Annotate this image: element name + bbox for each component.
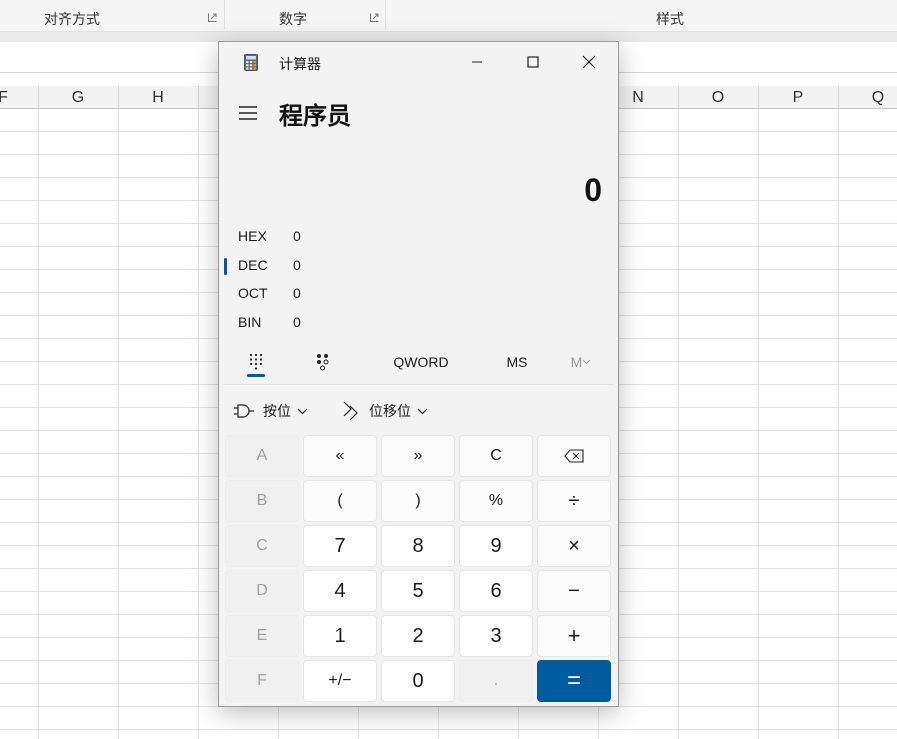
key-3[interactable]: 3 bbox=[459, 615, 533, 657]
column-header-h[interactable]: H bbox=[118, 86, 199, 108]
maximize-button[interactable] bbox=[510, 42, 556, 82]
key-decimal[interactable]: . bbox=[459, 660, 533, 702]
key-close-paren[interactable]: ) bbox=[381, 480, 455, 522]
minimize-icon bbox=[472, 61, 482, 63]
key-hex-c[interactable]: C bbox=[225, 525, 299, 567]
key-modulo[interactable]: % bbox=[459, 480, 533, 522]
calculator-app-icon bbox=[244, 54, 258, 71]
window-title: 计算器 bbox=[279, 56, 321, 72]
key-divide[interactable]: ÷ bbox=[537, 480, 611, 522]
navigation-menu-button[interactable] bbox=[237, 102, 261, 126]
radix-label: OCT bbox=[238, 285, 268, 301]
chevron-down-icon bbox=[417, 408, 428, 414]
keypad-grid-icon bbox=[249, 353, 263, 370]
radix-value: 0 bbox=[293, 228, 301, 244]
key-multiply[interactable]: × bbox=[537, 525, 611, 567]
bitshift-dropdown[interactable]: 位移位 bbox=[343, 394, 428, 428]
title-bar[interactable]: 计算器 bbox=[219, 42, 618, 82]
key-rotate-left[interactable]: « bbox=[303, 435, 377, 477]
column-header-p[interactable]: P bbox=[758, 86, 839, 108]
hamburger-icon bbox=[239, 106, 257, 120]
word-size-button[interactable]: QWORD bbox=[387, 342, 455, 382]
logic-gate-icon bbox=[234, 404, 254, 418]
radix-value: 0 bbox=[293, 285, 301, 301]
key-open-paren[interactable]: ( bbox=[303, 480, 377, 522]
radix-bin[interactable]: BIN 0 bbox=[219, 310, 419, 336]
backspace-icon bbox=[564, 449, 584, 463]
bitwise-row: 按位 位移位 bbox=[219, 394, 618, 428]
key-subtract[interactable]: − bbox=[537, 570, 611, 612]
ribbon-group-label: 对齐方式 bbox=[44, 11, 100, 27]
radix-label: HEX bbox=[238, 228, 267, 244]
radix-dec[interactable]: DEC 0 bbox=[219, 253, 419, 279]
ribbon-group-label: 样式 bbox=[656, 11, 684, 27]
key-0[interactable]: 0 bbox=[381, 660, 455, 702]
dialog-launcher-icon[interactable] bbox=[208, 13, 217, 22]
bit-toggle-icon bbox=[317, 354, 329, 371]
ribbon-group-number: 数字 bbox=[225, 0, 385, 31]
calculator-window: 计算器 程序员 0 HEX 0 DEC 0 OCT 0 BIN 0 QWORD … bbox=[218, 41, 619, 707]
minimize-button[interactable] bbox=[454, 42, 500, 82]
word-size-label: QWORD bbox=[393, 354, 449, 370]
key-rotate-right[interactable]: » bbox=[381, 435, 455, 477]
bit-shift-icon bbox=[343, 401, 358, 421]
key-equals[interactable]: = bbox=[537, 660, 611, 702]
ribbon-group-labels: 对齐方式 数字 样式 bbox=[0, 0, 897, 32]
radix-hex[interactable]: HEX 0 bbox=[219, 224, 419, 250]
key-8[interactable]: 8 bbox=[381, 525, 455, 567]
programmer-toolbar: QWORD MS M bbox=[219, 342, 618, 382]
memory-menu-label: M bbox=[570, 354, 583, 370]
key-hex-f[interactable]: F bbox=[225, 660, 299, 702]
radix-label: BIN bbox=[238, 314, 262, 330]
column-header-f[interactable]: F bbox=[0, 86, 39, 108]
radix-label: DEC bbox=[238, 257, 268, 273]
memory-store-label: MS bbox=[506, 354, 528, 370]
key-hex-e[interactable]: E bbox=[225, 615, 299, 657]
key-add[interactable]: + bbox=[537, 615, 611, 657]
chevron-down-icon bbox=[582, 359, 591, 365]
column-header-o[interactable]: O bbox=[678, 86, 759, 108]
close-icon bbox=[582, 55, 596, 69]
key-hex-a[interactable]: A bbox=[225, 435, 299, 477]
keypad: A « » C B ( ) % ÷ C 7 8 9 × D 4 5 6 − E … bbox=[225, 435, 616, 703]
dialog-launcher-icon[interactable] bbox=[370, 13, 379, 22]
close-button[interactable] bbox=[566, 42, 612, 82]
maximize-icon bbox=[527, 56, 539, 68]
key-hex-b[interactable]: B bbox=[225, 480, 299, 522]
key-clear[interactable]: C bbox=[459, 435, 533, 477]
key-negate[interactable]: +/− bbox=[303, 660, 377, 702]
memory-menu-button[interactable]: M bbox=[563, 342, 599, 382]
radix-value: 0 bbox=[293, 257, 301, 273]
key-4[interactable]: 4 bbox=[303, 570, 377, 612]
bitwise-dropdown[interactable]: 按位 bbox=[233, 394, 308, 428]
key-backspace[interactable] bbox=[537, 435, 611, 477]
bitshift-label: 位移位 bbox=[369, 403, 411, 419]
ribbon-group-label: 数字 bbox=[279, 11, 307, 27]
key-2[interactable]: 2 bbox=[381, 615, 455, 657]
toolbar-divider bbox=[223, 384, 614, 385]
key-7[interactable]: 7 bbox=[303, 525, 377, 567]
ribbon-group-alignment: 对齐方式 bbox=[0, 0, 224, 31]
key-9[interactable]: 9 bbox=[459, 525, 533, 567]
memory-store-button[interactable]: MS bbox=[499, 342, 535, 382]
key-5[interactable]: 5 bbox=[381, 570, 455, 612]
result-display: 0 bbox=[584, 172, 602, 208]
radix-oct[interactable]: OCT 0 bbox=[219, 281, 419, 307]
bitwise-label: 按位 bbox=[263, 403, 291, 419]
bit-toggling-keypad-button[interactable] bbox=[310, 342, 336, 382]
chevron-down-icon bbox=[297, 408, 308, 414]
key-6[interactable]: 6 bbox=[459, 570, 533, 612]
key-hex-d[interactable]: D bbox=[225, 570, 299, 612]
active-keypad-indicator bbox=[247, 374, 265, 377]
mode-title: 程序员 bbox=[279, 103, 351, 130]
radix-value: 0 bbox=[293, 314, 301, 330]
selection-indicator bbox=[224, 258, 227, 275]
column-header-g[interactable]: G bbox=[38, 86, 119, 108]
ribbon-group-styles: 样式 bbox=[386, 0, 897, 31]
column-header-q[interactable]: Q bbox=[838, 86, 897, 108]
key-1[interactable]: 1 bbox=[303, 615, 377, 657]
